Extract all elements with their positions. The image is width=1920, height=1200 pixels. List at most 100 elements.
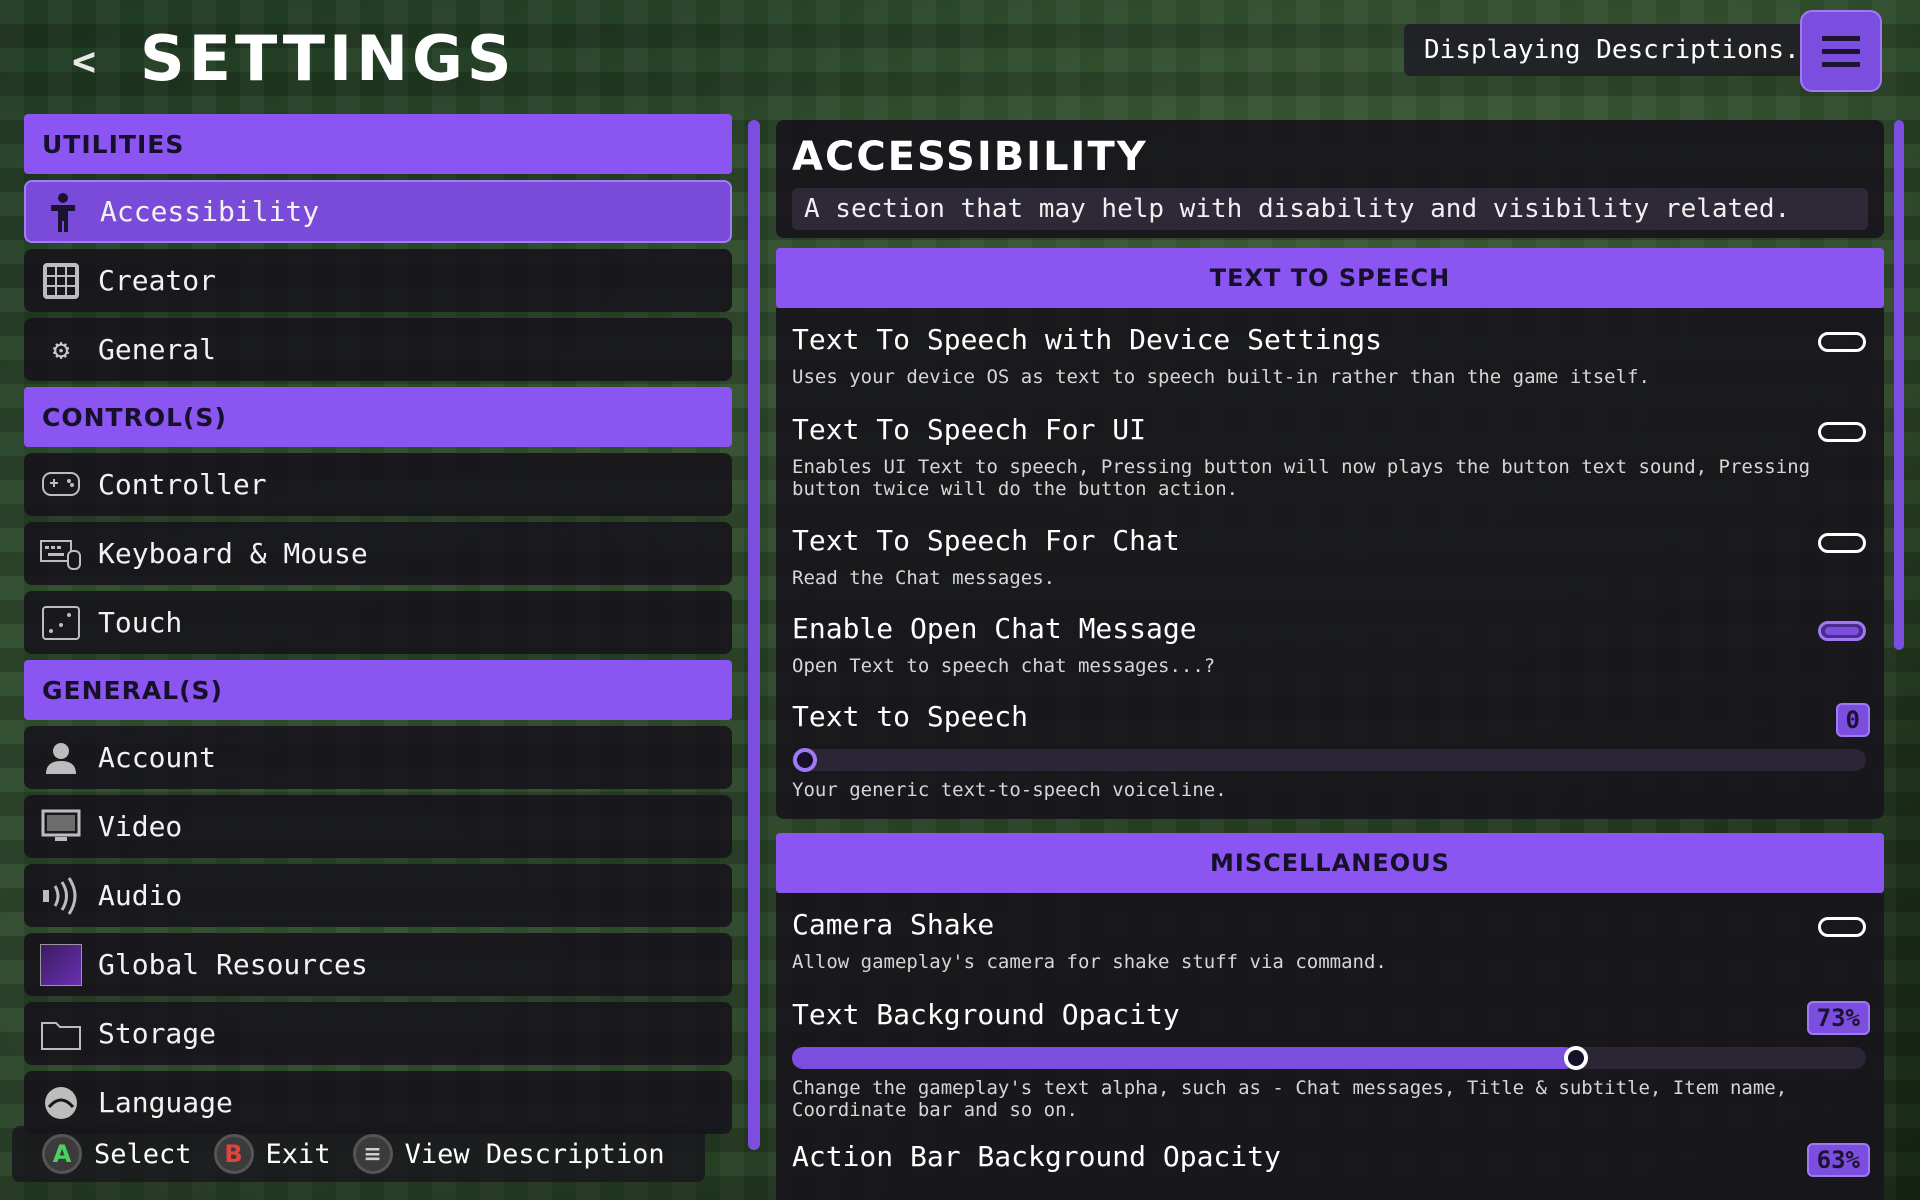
setting-description: Enables UI Text to speech, Pressing butt… [792,456,1811,500]
folder-icon [40,1013,82,1055]
sidebar-item-language[interactable]: Language [24,1071,732,1134]
sidebar-item-controller[interactable]: Controller [24,453,732,516]
hint-select[interactable]: A Select [42,1134,192,1174]
setting-label: Text To Speech For UI [792,413,1147,446]
grid-icon [40,260,82,302]
group-text-to-speech: Text To Speech with Device Settings Uses… [776,308,1884,819]
sidebar-section-general: GENERAL(S) [24,660,732,720]
user-icon [40,737,82,779]
slider-thumb[interactable] [792,748,817,772]
setting-label: Enable Open Chat Message [792,612,1197,645]
back-arrow-icon: < [71,39,97,85]
section-title: ACCESSIBILITY [792,134,1148,180]
sidebar-item-account[interactable]: Account [24,726,732,789]
sidebar-item-label: Controller [98,468,267,501]
sidebar-item-label: Video [98,810,183,843]
setting-tts-chat: Text To Speech For Chat Read the Chat me… [776,513,1884,601]
sidebar-item-video[interactable]: Video [24,795,732,858]
hint-exit[interactable]: B Exit [213,1134,331,1174]
hint-view-description[interactable]: ≡ View Description [352,1134,665,1174]
descriptions-toggle[interactable]: Displaying Descriptions. [1404,24,1820,76]
toggle-tts-chat[interactable] [1818,533,1866,553]
settings-panel: ACCESSIBILITY A section that may help wi… [776,120,1884,1200]
sidebar-item-keyboard-mouse[interactable]: Keyboard & Mouse [24,522,732,585]
slider-thumb[interactable] [1564,1046,1589,1070]
sidebar-item-label: Audio [98,879,183,912]
setting-description: Open Text to speech chat messages...? [792,655,1216,677]
sidebar-item-label: Global Resources [98,948,368,981]
sidebar-section-controls: CONTROL(S) [24,387,732,447]
menu-button[interactable] [1800,10,1882,92]
sidebar-section-utilities: UTILITIES [24,114,732,174]
hint-label: Select [94,1138,192,1170]
page-title: SETTINGS [140,22,516,95]
sidebar-item-label: Account [98,741,217,774]
sidebar-item-audio[interactable]: Audio [24,864,732,927]
value-badge: 73% [1806,1001,1870,1035]
setting-label: Text to Speech [792,700,1029,733]
touch-icon [40,602,82,644]
a-button-icon: A [42,1134,82,1174]
sidebar-item-label: Accessibility [100,195,320,228]
setting-label: Text To Speech For Chat [792,524,1180,557]
value-badge: 63% [1806,1143,1870,1177]
setting-description: Allow gameplay's camera for shake stuff … [792,951,1387,973]
section-description: A section that may help with disability … [792,188,1868,230]
menu-button-icon: ≡ [352,1134,393,1174]
toggle-open-chat-message[interactable] [1818,621,1866,641]
setting-open-chat-message: Enable Open Chat Message Open Text to sp… [776,601,1884,689]
setting-camera-shake: Camera Shake Allow gameplay's camera for… [776,897,1884,987]
section-intro: ACCESSIBILITY A section that may help wi… [776,120,1884,238]
gamepad-icon [40,464,82,506]
person-icon [42,191,84,233]
sidebar-item-global-resources[interactable]: Global Resources [24,933,732,996]
sidebar-item-creator[interactable]: Creator [24,249,732,312]
setting-tts-device: Text To Speech with Device Settings Uses… [776,312,1884,402]
resource-pack-icon [40,943,82,986]
value-badge: 0 [1835,703,1870,737]
setting-description: Your generic text-to-speech voiceline. [792,779,1227,801]
group-header-miscellaneous: MISCELLANEOUS [776,833,1884,893]
sidebar-item-label: Storage [98,1017,217,1050]
setting-tts-ui: Text To Speech For UI Enables UI Text to… [776,402,1884,513]
setting-description: Change the gameplay's text alpha, such a… [792,1077,1788,1121]
setting-label: Action Bar Background Opacity [792,1140,1281,1173]
keyboard-mouse-icon [40,533,82,575]
b-button-icon: B [213,1134,254,1174]
group-header-text-to-speech: TEXT TO SPEECH [776,248,1884,308]
setting-action-bar-opacity: Action Bar Background Opacity 63% [776,1129,1884,1199]
setting-text-bg-opacity: Text Background Opacity 73% Change the g… [776,987,1884,1129]
sidebar-item-storage[interactable]: Storage [24,1002,732,1065]
setting-label: Camera Shake [792,908,995,941]
hint-label: View Description [404,1138,665,1170]
sidebar-item-label: Touch [98,606,183,639]
hamburger-icon [1822,32,1860,71]
panel-scrollbar[interactable] [1894,120,1904,650]
toggle-tts-ui[interactable] [1818,422,1866,442]
gear-icon: ⚙ [52,333,70,366]
sidebar-scrollbar[interactable] [748,120,760,1150]
setting-tts-voiceline: Text to Speech 0 Your generic text-to-sp… [776,689,1884,811]
settings-sidebar: UTILITIES Accessibility Creator ⚙ Genera… [24,114,732,1200]
back-button[interactable]: < [62,39,106,85]
sidebar-item-accessibility[interactable]: Accessibility [24,180,732,243]
setting-label: Text Background Opacity [792,998,1180,1031]
group-miscellaneous: Camera Shake Allow gameplay's camera for… [776,893,1884,1200]
toggle-tts-device[interactable] [1818,332,1866,352]
sidebar-item-label: Creator [98,264,217,297]
setting-label: Text To Speech with Device Settings [792,323,1383,356]
sidebar-item-label: Language [98,1086,233,1119]
sidebar-item-general[interactable]: ⚙ General [24,318,732,381]
slider-text-bg-opacity[interactable] [792,1046,1866,1070]
speaker-icon [40,875,82,917]
toggle-camera-shake[interactable] [1818,917,1866,937]
sidebar-item-label: General [98,333,217,366]
setting-description: Read the Chat messages. [792,567,1056,589]
globe-icon [40,1082,82,1124]
sidebar-item-touch[interactable]: Touch [24,591,732,654]
controller-hints: A Select B Exit ≡ View Description [12,1126,705,1182]
sidebar-item-label: Keyboard & Mouse [98,537,368,570]
monitor-icon [40,806,82,848]
hint-label: Exit [265,1138,331,1170]
slider-tts-voiceline[interactable] [792,748,1866,772]
